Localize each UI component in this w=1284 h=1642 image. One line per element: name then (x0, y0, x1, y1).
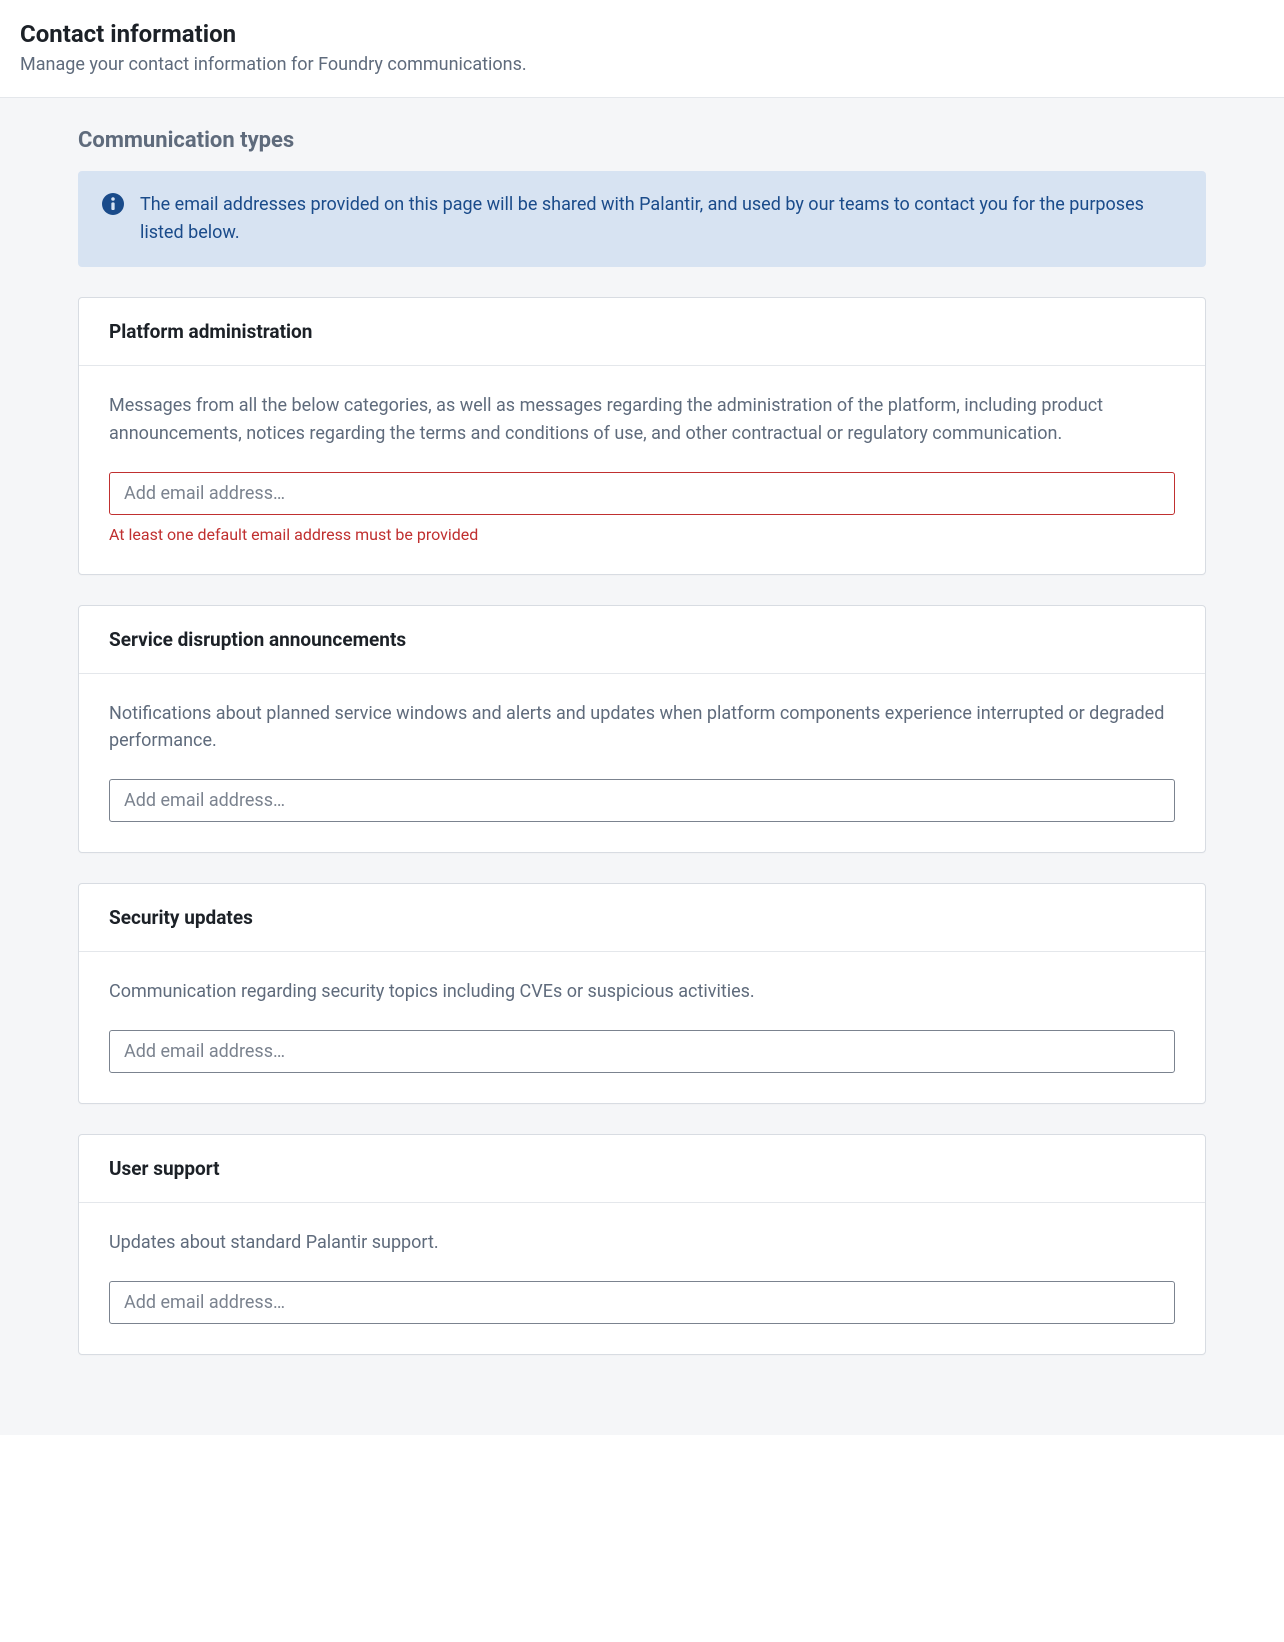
card-title: Security updates (109, 906, 1175, 929)
card-description: Communication regarding security topics … (109, 978, 1175, 1006)
card-body: Communication regarding security topics … (79, 952, 1205, 1103)
email-input-user-support[interactable] (109, 1281, 1175, 1324)
email-input-platform-administration[interactable] (109, 472, 1175, 515)
card-header: User support (79, 1135, 1205, 1203)
category-card-security-updates: Security updates Communication regarding… (78, 883, 1206, 1104)
card-body: Messages from all the below categories, … (79, 366, 1205, 574)
email-input-service-disruption[interactable] (109, 779, 1175, 822)
info-icon (102, 193, 124, 215)
card-description: Messages from all the below categories, … (109, 392, 1175, 448)
card-header: Security updates (79, 884, 1205, 952)
category-card-user-support: User support Updates about standard Pala… (78, 1134, 1206, 1355)
card-header: Platform administration (79, 298, 1205, 366)
card-body: Updates about standard Palantir support. (79, 1203, 1205, 1354)
card-title: Service disruption announcements (109, 628, 1175, 651)
communication-types-section: Communication types The email addresses … (0, 97, 1284, 1435)
card-description: Updates about standard Palantir support. (109, 1229, 1175, 1257)
card-body: Notifications about planned service wind… (79, 674, 1205, 853)
page-subtitle: Manage your contact information for Foun… (20, 54, 1264, 75)
card-title: Platform administration (109, 320, 1175, 343)
page-title: Contact information (20, 20, 1264, 48)
section-heading: Communication types (78, 128, 1206, 153)
card-description: Notifications about planned service wind… (109, 700, 1175, 756)
email-input-security-updates[interactable] (109, 1030, 1175, 1073)
card-header: Service disruption announcements (79, 606, 1205, 674)
error-message: At least one default email address must … (109, 525, 1175, 544)
category-card-service-disruption: Service disruption announcements Notific… (78, 605, 1206, 854)
info-callout-text: The email addresses provided on this pag… (140, 191, 1182, 247)
info-callout: The email addresses provided on this pag… (78, 171, 1206, 267)
card-title: User support (109, 1157, 1175, 1180)
category-card-platform-administration: Platform administration Messages from al… (78, 297, 1206, 575)
page-header: Contact information Manage your contact … (0, 0, 1284, 97)
